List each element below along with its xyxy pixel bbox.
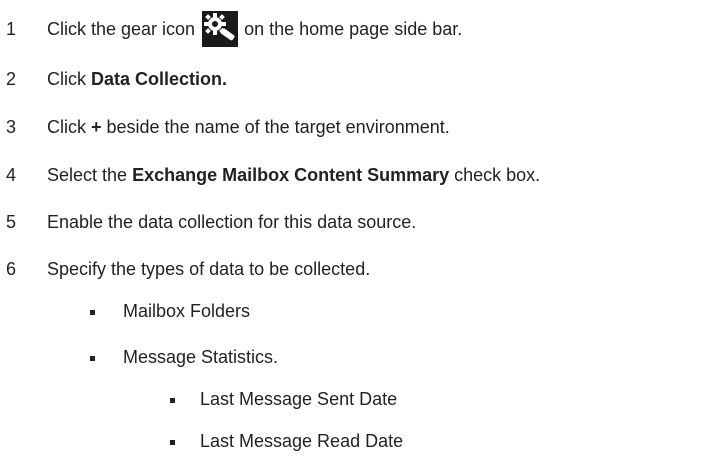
step-number: 4 [6, 164, 17, 185]
list-item: Message Statistics. [0, 344, 702, 372]
list-item-label: Last Message Sent Date [200, 389, 398, 409]
step-number: 3 [6, 116, 17, 137]
step-text-bold: + [91, 116, 102, 137]
step-text-post: check box. [449, 164, 541, 185]
step-text: Click + beside the name of the target en… [47, 117, 450, 138]
step-text-bold: Exchange Mailbox Content Summary [132, 164, 450, 185]
step-text-pre: Select the [47, 164, 133, 185]
list-item: Last Message Sent Date [0, 386, 702, 414]
bullet-icon [170, 398, 175, 403]
step-text-pre: Click [47, 116, 91, 137]
step-text-bold: Data Collection. [91, 68, 228, 89]
step-text-post: on the home page side bar. [244, 18, 463, 39]
list-item-label: Message Statistics. [123, 347, 279, 367]
step-text-post: beside the name of the target environmen… [101, 116, 450, 137]
list-item-label: Mailbox Folders [123, 301, 251, 321]
list-item: Last Message Read Date [0, 428, 702, 456]
step-text: Click Data Collection. [47, 69, 227, 90]
step-text-pre: Specify the types of data to be collecte… [47, 258, 371, 279]
step-text: Specify the types of data to be collecte… [47, 259, 370, 280]
step-text: Select the Exchange Mailbox Content Summ… [47, 165, 540, 186]
step-number: 6 [6, 258, 17, 279]
step-text: Enable the data collection for this data… [47, 212, 416, 233]
step-number: 2 [6, 68, 17, 89]
gear-icon [202, 11, 239, 47]
step-number: 5 [6, 211, 17, 232]
step-text: Click the gear icon on the home page sid… [47, 11, 462, 47]
bullet-icon [90, 310, 95, 315]
bullet-icon [170, 440, 175, 445]
list-item: Mailbox Folders [0, 298, 702, 326]
step-text-pre: Enable the data collection for this data… [47, 211, 417, 232]
step-text-pre: Click [47, 68, 91, 89]
step-text-pre: Click the gear icon [47, 18, 196, 39]
bullet-icon [90, 356, 95, 361]
step-number: 1 [6, 18, 17, 39]
list-item-label: Last Message Read Date [200, 431, 404, 451]
